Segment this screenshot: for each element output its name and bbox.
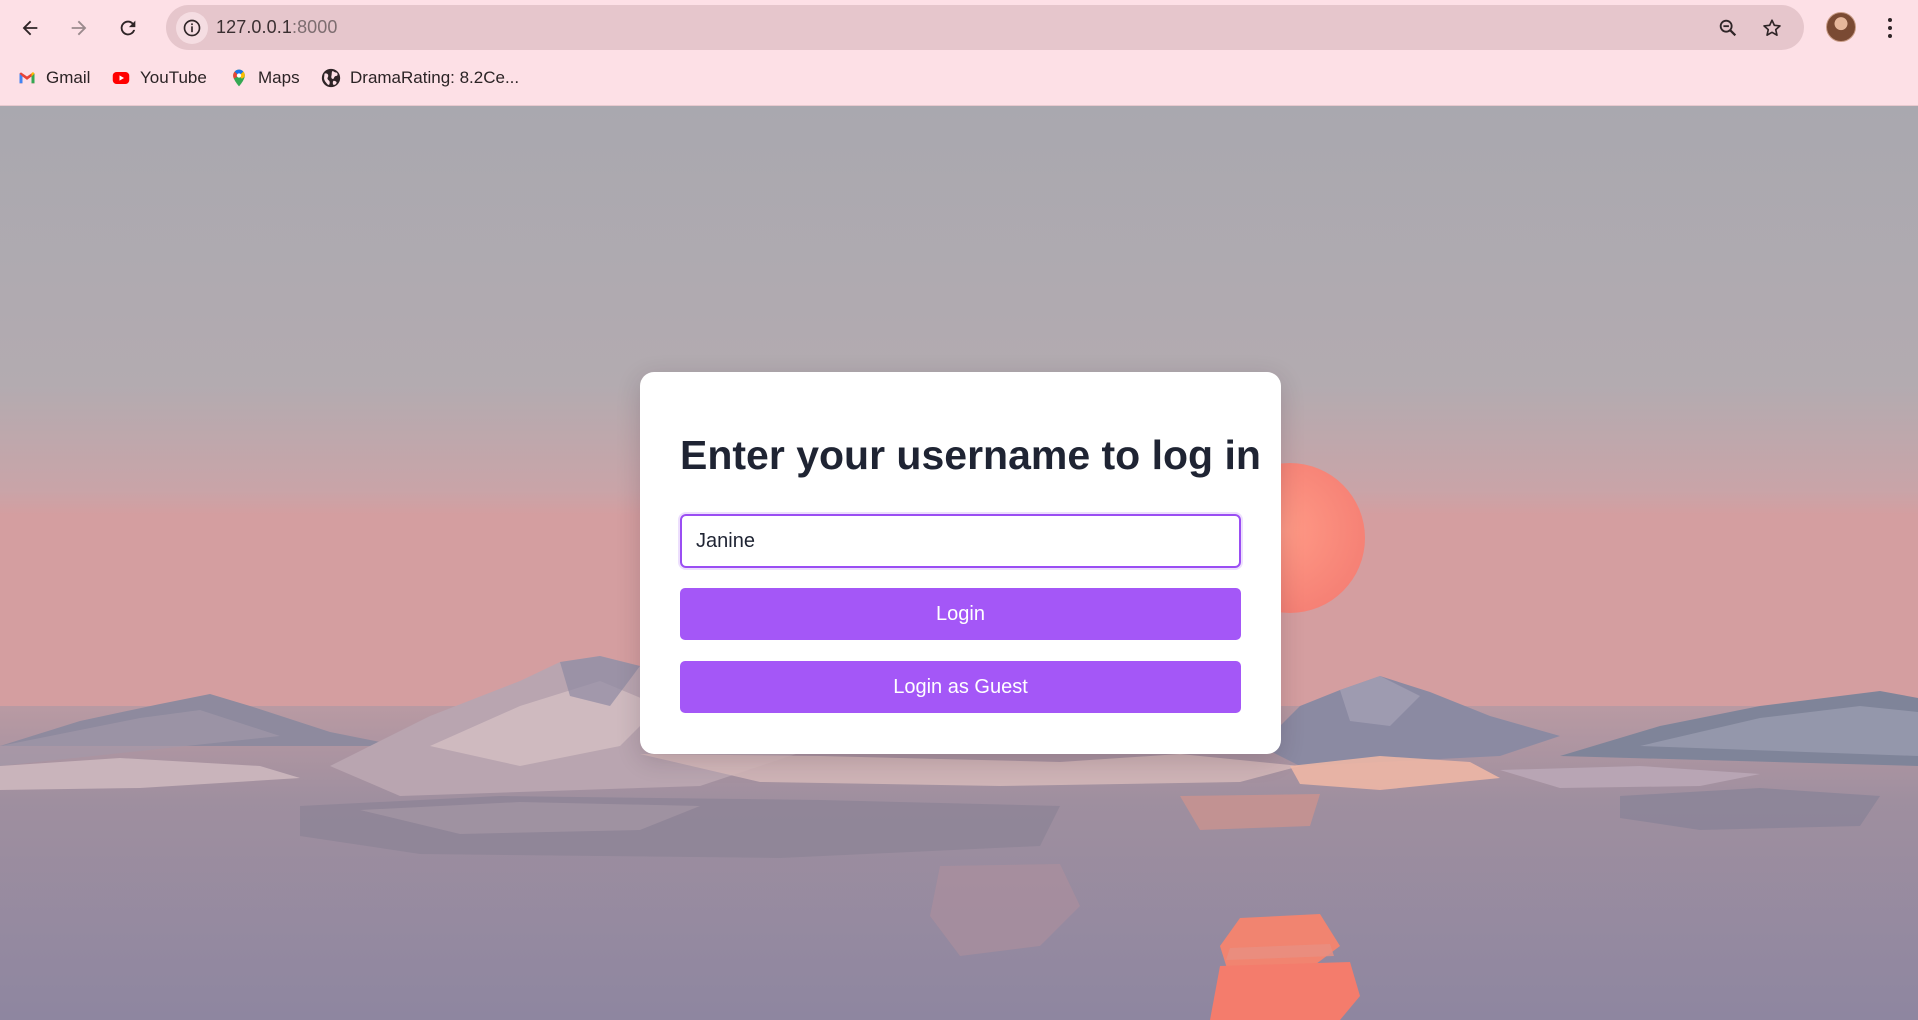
reload-button[interactable] <box>109 9 147 47</box>
bookmark-label: YouTube <box>140 68 207 87</box>
back-button[interactable] <box>11 9 49 47</box>
browser-chrome: 127.0.0.1:8000 Gmail YouTube Maps DramaR… <box>0 0 1918 106</box>
bookmark-maps[interactable]: Maps <box>228 58 300 98</box>
arrow-right-icon <box>71 20 87 36</box>
gmail-icon <box>16 67 38 89</box>
bookmark-label: DramaRating: 8.2Ce... <box>350 68 520 87</box>
zoom-out-icon <box>1719 19 1737 37</box>
menu-dot-icon <box>1888 18 1892 22</box>
bookmark-star-button[interactable] <box>1757 13 1787 43</box>
globe-icon <box>320 67 342 89</box>
username-input[interactable] <box>678 512 1243 570</box>
zoom-button[interactable] <box>1713 13 1743 43</box>
login-as-guest-button[interactable]: Login as Guest <box>680 661 1241 713</box>
reload-icon <box>120 20 136 36</box>
forward-button[interactable] <box>60 9 98 47</box>
star-icon <box>1763 19 1781 36</box>
login-card: Enter your username to log in Login Logi… <box>640 372 1281 754</box>
maps-icon <box>228 67 250 89</box>
login-button[interactable]: Login <box>680 588 1241 640</box>
menu-dot-icon <box>1888 34 1892 38</box>
browser-menu-button[interactable] <box>1878 10 1902 46</box>
youtube-icon <box>110 67 132 89</box>
url-port: :8000 <box>291 17 338 37</box>
url-host: 127.0.0.1 <box>216 17 292 37</box>
page-viewport: Enter your username to log in Login Logi… <box>0 106 1918 1020</box>
profile-avatar[interactable] <box>1826 12 1856 42</box>
url-text[interactable]: 127.0.0.1:8000 <box>216 5 338 50</box>
bookmark-dramarating[interactable]: DramaRating: 8.2Ce... <box>320 58 519 98</box>
bookmark-gmail[interactable]: Gmail <box>16 58 90 98</box>
site-info-button[interactable] <box>176 12 208 44</box>
bookmark-youtube[interactable]: YouTube <box>110 58 207 98</box>
address-bar[interactable]: 127.0.0.1:8000 <box>166 5 1804 50</box>
login-title: Enter your username to log in <box>680 432 1261 478</box>
info-icon <box>183 19 201 37</box>
arrow-left-icon <box>22 20 38 36</box>
bookmark-label: Gmail <box>46 68 91 87</box>
menu-dot-icon <box>1888 26 1892 30</box>
bookmark-label: Maps <box>258 68 300 87</box>
bookmarks-bar: Gmail YouTube Maps DramaRating: 8.2Ce... <box>0 58 1918 98</box>
